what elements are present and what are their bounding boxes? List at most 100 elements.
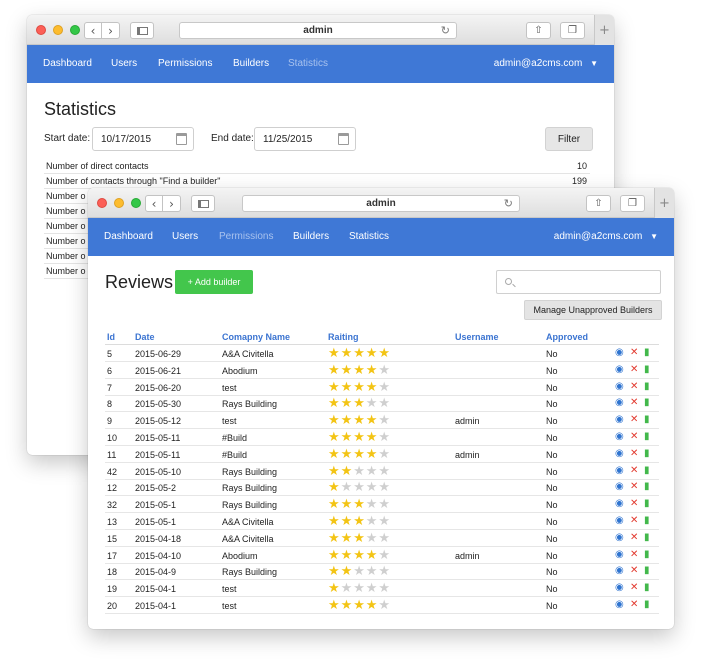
table-row[interactable]: 6 2015-06-21 Abodium No ★ ★ ★ ★ ★ ◉ ✕ ▮: [105, 362, 659, 379]
approve-thumbs-up-icon[interactable]: ▮: [644, 414, 650, 426]
approve-thumbs-up-icon[interactable]: ▮: [644, 481, 650, 493]
delete-x-icon[interactable]: ✕: [630, 381, 638, 393]
approve-thumbs-up-icon[interactable]: ▮: [644, 381, 650, 393]
table-row[interactable]: 7 2015-06-20 test No ★ ★ ★ ★ ★ ◉ ✕ ▮: [105, 379, 659, 396]
nav-users[interactable]: Users: [111, 58, 137, 69]
address-bar[interactable]: admin ↻: [179, 22, 457, 39]
table-row[interactable]: 12 2015-05-2 Rays Building No ★ ★ ★ ★ ★ ◉ ✕ ▮: [105, 479, 659, 497]
table-row[interactable]: 42 2015-05-10 Rays Building No ★ ★ ★ ★ ★ ◉ ✕ ▮: [105, 463, 659, 480]
view-eye-icon[interactable]: ◉: [615, 381, 624, 393]
view-eye-icon[interactable]: ◉: [615, 347, 624, 359]
delete-x-icon[interactable]: ✕: [630, 364, 638, 376]
user-menu[interactable]: admin@a2cms.com ▼: [494, 58, 598, 69]
approve-thumbs-up-icon[interactable]: ▮: [644, 431, 650, 443]
view-eye-icon[interactable]: ◉: [615, 448, 624, 460]
nav-dashboard[interactable]: Dashboard: [43, 58, 92, 69]
nav-statistics[interactable]: Statistics: [349, 231, 389, 242]
delete-x-icon[interactable]: ✕: [630, 565, 638, 577]
nav-permissions[interactable]: Permissions: [219, 231, 273, 242]
forward-button[interactable]: ›: [102, 22, 120, 39]
sidebar-toggle-button[interactable]: [130, 22, 154, 39]
view-eye-icon[interactable]: ◉: [615, 481, 624, 493]
table-row[interactable]: 32 2015-05-1 Rays Building No ★ ★ ★ ★ ★ ◉ ✕ ▮: [105, 496, 659, 514]
delete-x-icon[interactable]: ✕: [630, 498, 638, 510]
view-eye-icon[interactable]: ◉: [615, 364, 624, 376]
table-row[interactable]: 10 2015-05-11 #Build No ★ ★ ★ ★ ★ ◉ ✕ ▮: [105, 429, 659, 446]
back-button[interactable]: ‹: [84, 22, 102, 39]
zoom-window-button[interactable]: [131, 198, 141, 208]
table-row[interactable]: 18 2015-04-9 Rays Building No ★ ★ ★ ★ ★ ◉ ✕ ▮: [105, 563, 659, 581]
approve-thumbs-up-icon[interactable]: ▮: [644, 448, 650, 460]
view-eye-icon[interactable]: ◉: [615, 414, 624, 426]
column-header-company[interactable]: Comapny Name: [222, 332, 290, 342]
delete-x-icon[interactable]: ✕: [630, 515, 638, 527]
nav-users[interactable]: Users: [172, 231, 198, 242]
approve-thumbs-up-icon[interactable]: ▮: [644, 515, 650, 527]
minimize-window-button[interactable]: [53, 25, 63, 35]
manage-unapproved-builders-button[interactable]: Manage Unapproved Builders: [524, 300, 662, 320]
approve-thumbs-up-icon[interactable]: ▮: [644, 498, 650, 510]
add-builder-button[interactable]: + Add builder: [175, 270, 253, 294]
table-row[interactable]: 11 2015-05-11 #Build admin No ★ ★ ★ ★ ★ ◉ ✕ ▮: [105, 446, 659, 463]
delete-x-icon[interactable]: ✕: [630, 481, 638, 493]
column-header-username[interactable]: Username: [455, 332, 499, 342]
filter-button[interactable]: Filter: [545, 127, 593, 151]
end-date-input[interactable]: 11/25/2015: [254, 127, 356, 151]
table-row[interactable]: 17 2015-04-10 Abodium admin No ★ ★ ★ ★ ★ ◉ ✕ ▮: [105, 547, 659, 564]
close-window-button[interactable]: [36, 25, 46, 35]
table-row[interactable]: 8 2015-05-30 Rays Building No ★ ★ ★ ★ ★ ◉ ✕ ▮: [105, 395, 659, 413]
approve-thumbs-up-icon[interactable]: ▮: [644, 582, 650, 594]
table-row[interactable]: 13 2015-05-1 A&A Civitella No ★ ★ ★ ★ ★ ◉ ✕ ▮: [105, 513, 659, 530]
view-eye-icon[interactable]: ◉: [615, 565, 624, 577]
column-header-rating[interactable]: Raiting: [328, 332, 359, 342]
delete-x-icon[interactable]: ✕: [630, 431, 638, 443]
user-menu[interactable]: admin@a2cms.com ▼: [554, 231, 658, 242]
view-eye-icon[interactable]: ◉: [615, 397, 624, 409]
tabs-button[interactable]: ❐: [620, 195, 645, 212]
approve-thumbs-up-icon[interactable]: ▮: [644, 364, 650, 376]
nav-builders[interactable]: Builders: [233, 58, 269, 69]
view-eye-icon[interactable]: ◉: [615, 599, 624, 611]
search-input[interactable]: [496, 270, 661, 294]
column-header-id[interactable]: Id: [107, 332, 115, 342]
delete-x-icon[interactable]: ✕: [630, 448, 638, 460]
view-eye-icon[interactable]: ◉: [615, 431, 624, 443]
start-date-input[interactable]: 10/17/2015: [92, 127, 194, 151]
nav-statistics[interactable]: Statistics: [288, 58, 328, 69]
share-button[interactable]: ⇧: [526, 22, 551, 39]
view-eye-icon[interactable]: ◉: [615, 465, 624, 477]
delete-x-icon[interactable]: ✕: [630, 347, 638, 359]
approve-thumbs-up-icon[interactable]: ▮: [644, 347, 650, 359]
nav-builders[interactable]: Builders: [293, 231, 329, 242]
calendar-icon[interactable]: [176, 133, 187, 145]
nav-permissions[interactable]: Permissions: [158, 58, 212, 69]
calendar-icon[interactable]: [338, 133, 349, 145]
column-header-approved[interactable]: Approved: [546, 332, 588, 342]
forward-button[interactable]: ›: [163, 195, 181, 212]
table-row[interactable]: 19 2015-04-1 test No ★ ★ ★ ★ ★ ◉ ✕ ▮: [105, 580, 659, 598]
table-row[interactable]: 9 2015-05-12 test admin No ★ ★ ★ ★ ★ ◉ ✕ ▮: [105, 412, 659, 430]
reload-icon[interactable]: ↻: [441, 24, 450, 37]
view-eye-icon[interactable]: ◉: [615, 515, 624, 527]
delete-x-icon[interactable]: ✕: [630, 549, 638, 561]
reload-icon[interactable]: ↻: [504, 197, 513, 210]
view-eye-icon[interactable]: ◉: [615, 498, 624, 510]
delete-x-icon[interactable]: ✕: [630, 599, 638, 611]
share-button[interactable]: ⇧: [586, 195, 611, 212]
table-row[interactable]: 20 2015-04-1 test No ★ ★ ★ ★ ★ ◉ ✕ ▮: [105, 597, 659, 614]
approve-thumbs-up-icon[interactable]: ▮: [644, 599, 650, 611]
table-row[interactable]: 15 2015-04-18 A&A Civitella No ★ ★ ★ ★ ★ ◉ ✕ ▮: [105, 530, 659, 547]
delete-x-icon[interactable]: ✕: [630, 465, 638, 477]
delete-x-icon[interactable]: ✕: [630, 414, 638, 426]
new-tab-button[interactable]: +: [594, 15, 614, 45]
delete-x-icon[interactable]: ✕: [630, 582, 638, 594]
address-bar[interactable]: admin ↻: [242, 195, 520, 212]
zoom-window-button[interactable]: [70, 25, 80, 35]
new-tab-button[interactable]: +: [654, 188, 674, 218]
approve-thumbs-up-icon[interactable]: ▮: [644, 532, 650, 544]
delete-x-icon[interactable]: ✕: [630, 397, 638, 409]
column-header-date[interactable]: Date: [135, 332, 155, 342]
table-row[interactable]: 5 2015-06-29 A&A Civitella No ★ ★ ★ ★ ★ ◉ ✕ ▮: [105, 345, 659, 362]
view-eye-icon[interactable]: ◉: [615, 532, 624, 544]
minimize-window-button[interactable]: [114, 198, 124, 208]
